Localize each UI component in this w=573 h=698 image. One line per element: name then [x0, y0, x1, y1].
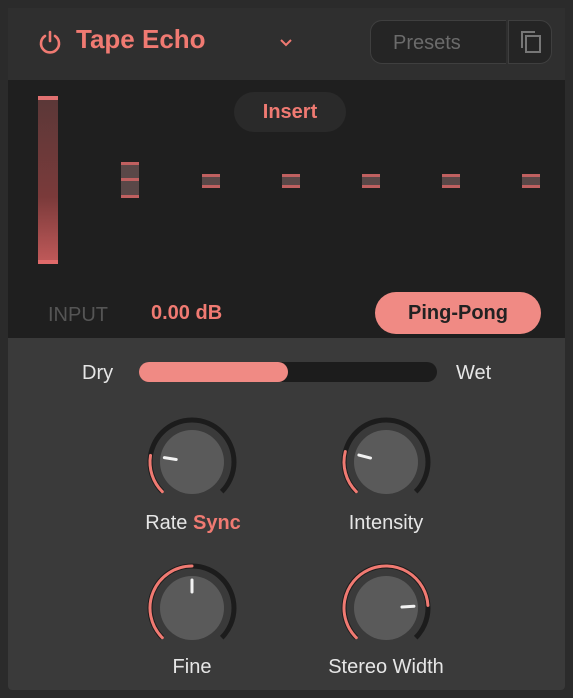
input-level-meter	[38, 96, 58, 264]
meter-floor	[38, 260, 58, 264]
wet-label: Wet	[456, 362, 492, 384]
fine-label: Fine	[172, 656, 212, 678]
dry-wet-fill	[139, 362, 288, 382]
power-icon[interactable]	[36, 28, 64, 56]
intensity-knob[interactable]	[338, 414, 434, 510]
echo-tap[interactable]	[442, 174, 460, 188]
copy-icon	[521, 31, 541, 53]
presets-placeholder: Presets	[393, 32, 461, 54]
echo-tap[interactable]	[202, 174, 220, 188]
fine-knob[interactable]	[144, 560, 240, 656]
ping-pong-label: Ping-Pong	[408, 302, 508, 324]
echo-tap[interactable]	[522, 174, 540, 188]
knob-body	[354, 430, 418, 494]
insert-mode-button[interactable]: Insert	[234, 92, 346, 132]
chevron-down-icon[interactable]	[274, 30, 298, 54]
stereo-width-label: Stereo Width	[328, 656, 444, 678]
echo-display: Insert INPUT 0.00 dB Ping-Pong	[8, 80, 565, 338]
input-gain-value[interactable]: 0.00 dB	[151, 302, 222, 325]
stereo-width-knob[interactable]	[338, 560, 434, 656]
plugin-title: Tape Echo	[76, 24, 206, 54]
rate-sync-toggle[interactable]: Sync	[193, 512, 241, 534]
rate-label: Rate	[145, 512, 188, 534]
knob-indicator	[400, 604, 416, 609]
meter-peak	[38, 96, 58, 100]
dry-wet-slider[interactable]	[139, 362, 437, 382]
ping-pong-button[interactable]: Ping-Pong	[375, 292, 541, 334]
header-bar: Tape Echo Presets	[8, 8, 565, 80]
echo-tap[interactable]	[282, 174, 300, 188]
presets-field[interactable]: Presets	[370, 20, 506, 64]
rate-knob[interactable]	[144, 414, 240, 510]
intensity-label: Intensity	[348, 512, 424, 534]
knob-indicator	[162, 456, 178, 461]
input-label: INPUT	[48, 304, 108, 326]
plugin-window: Tape Echo Presets Insert INPUT 0.00 dB P…	[8, 8, 565, 690]
echo-tap[interactable]	[362, 174, 380, 188]
rate-label-group: Rate Sync	[118, 512, 268, 535]
echo-tap[interactable]	[121, 162, 139, 198]
insert-label: Insert	[262, 101, 318, 123]
copy-button[interactable]	[508, 20, 552, 64]
knob-body	[160, 430, 224, 494]
dry-label: Dry	[82, 362, 114, 384]
